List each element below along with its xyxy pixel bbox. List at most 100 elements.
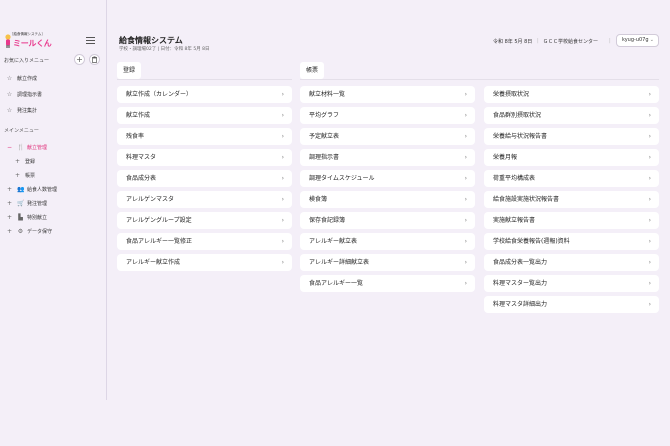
menu-card-label: 給食施設実施状況報告書 bbox=[493, 196, 560, 203]
menu-item-data-maintenance[interactable]: + ⚙ データ保守 bbox=[6, 228, 52, 235]
app-logo[interactable]: ［給食情報システム］ ミールくん bbox=[4, 31, 54, 52]
menu-card[interactable]: 検食簿 › bbox=[300, 191, 475, 208]
main-menu-title: メインメニュー bbox=[4, 128, 39, 134]
menu-card[interactable]: 調理指示書 › bbox=[300, 149, 475, 166]
plus-icon: + bbox=[6, 186, 13, 193]
section-divider bbox=[117, 79, 292, 80]
menu-card[interactable]: アレルギー献立作成 › bbox=[117, 254, 292, 271]
menu-card[interactable]: 予定献立表 › bbox=[300, 128, 475, 145]
chevron-right-icon: › bbox=[281, 91, 284, 98]
chevron-right-icon: › bbox=[464, 280, 467, 287]
menu-card[interactable]: 料理マスタ詳細出力 › bbox=[484, 296, 659, 313]
menu-item-special-menu[interactable]: + ▙ 特別献立 bbox=[6, 214, 47, 221]
chevron-right-icon: › bbox=[648, 301, 651, 308]
menu-card-label: 学校給食栄養報告(週報)資料 bbox=[493, 238, 570, 245]
chevron-right-icon: › bbox=[464, 259, 467, 266]
menu-card-label: 荷重平均構成表 bbox=[493, 175, 536, 182]
minus-icon: − bbox=[6, 144, 13, 151]
menu-card[interactable]: 食品成分表 › bbox=[117, 170, 292, 187]
menu-card-label: 実施献立報告書 bbox=[493, 217, 536, 224]
star-icon: ☆ bbox=[6, 75, 13, 82]
menu-card[interactable]: アレルゲングループ設定 › bbox=[117, 212, 292, 229]
menu-card-label: 栄養給与状況報告書 bbox=[493, 133, 548, 140]
favorite-item-cooking-instructions[interactable]: ☆ 調理指示書 bbox=[6, 91, 42, 98]
chevron-down-icon: ⌄ bbox=[649, 37, 654, 43]
menu-card[interactable]: 料理マスタ › bbox=[117, 149, 292, 166]
menu-card-label: アレルゲングループ設定 bbox=[126, 217, 192, 224]
menu-card[interactable]: 学校給食栄養報告(週報)資料 › bbox=[484, 233, 659, 250]
hamburger-menu-icon[interactable] bbox=[86, 37, 95, 44]
menu-card-label: 食品アレルギー一覧修正 bbox=[126, 238, 193, 245]
logo-subtitle: ［給食情報システム］ bbox=[10, 32, 45, 36]
plus-icon: + bbox=[6, 214, 13, 221]
menu-card[interactable]: 栄養月報 › bbox=[484, 149, 659, 166]
favorite-item-menu-creation[interactable]: ☆ 献立作成 bbox=[6, 75, 37, 82]
chevron-right-icon: › bbox=[648, 112, 651, 119]
chevron-right-icon: › bbox=[464, 154, 467, 161]
chevron-right-icon: › bbox=[648, 91, 651, 98]
menu-card[interactable]: 栄養摂取状況 › bbox=[484, 86, 659, 103]
menu-card[interactable]: 実施献立報告書 › bbox=[484, 212, 659, 229]
user-menu-button[interactable]: kyug-u07g ⌄ bbox=[616, 34, 659, 47]
chevron-right-icon: › bbox=[648, 133, 651, 140]
menu-card[interactable]: 献立作成 › bbox=[117, 107, 292, 124]
menu-card-label: 食品アレルギー一覧 bbox=[309, 280, 364, 287]
chevron-right-icon: › bbox=[648, 238, 651, 245]
chevron-right-icon: › bbox=[648, 280, 651, 287]
section-reports: 帳票 bbox=[300, 62, 325, 79]
cart-icon: 🛒 bbox=[17, 200, 25, 207]
delete-favorite-button[interactable] bbox=[89, 54, 100, 65]
menu-card[interactable]: 残食率 › bbox=[117, 128, 292, 145]
chevron-right-icon: › bbox=[464, 238, 467, 245]
menu-card-label: アレルギー献立作成 bbox=[126, 259, 181, 266]
chevron-right-icon: › bbox=[648, 196, 651, 203]
menu-item-register[interactable]: + 登録 bbox=[14, 158, 35, 165]
menu-card-label: 献立材料一覧 bbox=[309, 91, 346, 98]
menu-card-label: 平均グラフ bbox=[309, 112, 340, 119]
menu-card[interactable]: 保存食記録簿 › bbox=[300, 212, 475, 229]
chevron-right-icon: › bbox=[281, 133, 284, 140]
menu-item-menu-management[interactable]: − 🍴 献立管理 bbox=[6, 144, 47, 151]
menu-card-label: 料理マスタ詳細出力 bbox=[493, 301, 548, 308]
favorite-item-order-summary[interactable]: ☆ 発注集計 bbox=[6, 107, 37, 114]
menu-card-label: アレルギー詳細献立表 bbox=[309, 259, 370, 266]
star-icon: ☆ bbox=[6, 91, 13, 98]
menu-card[interactable]: アレルギー献立表 › bbox=[300, 233, 475, 250]
plus-icon: + bbox=[14, 158, 21, 165]
menu-card[interactable]: アレルギー詳細献立表 › bbox=[300, 254, 475, 271]
menu-card-label: 栄養月報 bbox=[493, 154, 518, 161]
users-icon: 👥 bbox=[17, 186, 25, 193]
menu-card-label: 栄養摂取状況 bbox=[493, 91, 530, 98]
plus-icon: + bbox=[6, 228, 13, 235]
menu-item-order-management[interactable]: + 🛒 発注管理 bbox=[6, 200, 47, 207]
chevron-right-icon: › bbox=[648, 154, 651, 161]
menu-card[interactable]: 給食施設実施状況報告書 › bbox=[484, 191, 659, 208]
menu-card[interactable]: 栄養給与状況報告書 › bbox=[484, 128, 659, 145]
menu-card[interactable]: 食品成分表一覧出力 › bbox=[484, 254, 659, 271]
menu-card[interactable]: アレルゲンマスタ › bbox=[117, 191, 292, 208]
plus-icon: + bbox=[76, 55, 83, 64]
menu-card-label: アレルギー献立表 bbox=[309, 238, 358, 245]
page-title: 給食情報システム bbox=[119, 36, 183, 45]
menu-card[interactable]: 食品アレルギー一覧修正 › bbox=[117, 233, 292, 250]
menu-card[interactable]: 調理タイムスケジュール › bbox=[300, 170, 475, 187]
menu-card[interactable]: 食品アレルギー一覧 › bbox=[300, 275, 475, 292]
menu-card[interactable]: 献立材料一覧 › bbox=[300, 86, 475, 103]
menu-card[interactable]: 食品群別摂取状況 › bbox=[484, 107, 659, 124]
menu-card-label: 献立作成 bbox=[126, 112, 151, 119]
menu-card-label: 料理マスター覧出力 bbox=[493, 280, 548, 287]
add-favorite-button[interactable]: + bbox=[74, 54, 85, 65]
menu-item-reports[interactable]: + 帳票 bbox=[14, 172, 35, 179]
chevron-right-icon: › bbox=[464, 91, 467, 98]
sidebar: ［給食情報システム］ ミールくん お気に入りメニュー + ☆ 献立作成 ☆ 調理指示… bbox=[0, 0, 107, 400]
menu-card[interactable]: 料理マスター覧出力 › bbox=[484, 275, 659, 292]
menu-card[interactable]: 荷重平均構成表 › bbox=[484, 170, 659, 187]
menu-item-meal-count[interactable]: + 👥 給食人数管理 bbox=[6, 186, 57, 193]
menu-card-label: 調理タイムスケジュール bbox=[309, 175, 375, 182]
menu-card[interactable]: 平均グラフ › bbox=[300, 107, 475, 124]
menu-card-label: 献立作成（カレンダー） bbox=[126, 91, 193, 98]
gear-icon: ⚙ bbox=[17, 228, 24, 235]
menu-card[interactable]: 献立作成（カレンダー） › bbox=[117, 86, 292, 103]
menu-card-label: 残食率 bbox=[126, 133, 145, 140]
chevron-right-icon: › bbox=[281, 112, 284, 119]
